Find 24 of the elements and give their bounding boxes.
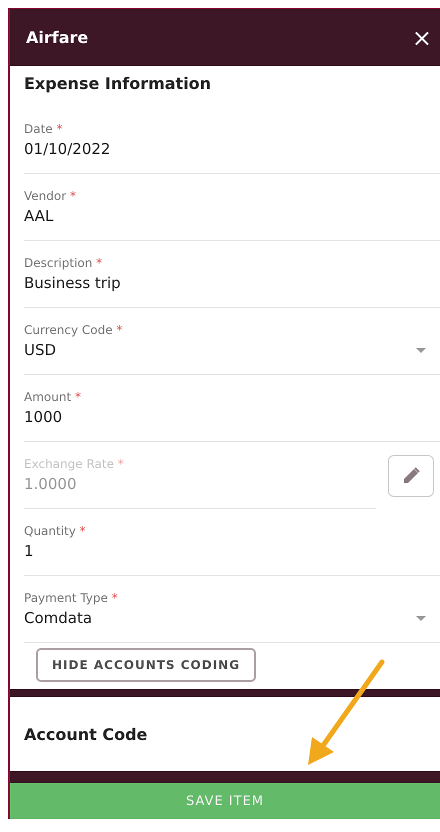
field-label: Currency Code * — [24, 323, 124, 337]
field-label: Payment Type * — [24, 591, 119, 605]
field-label: Date * — [24, 122, 64, 136]
hide-accounts-coding-button[interactable]: HIDE ACCOUNTS CODING — [36, 648, 256, 682]
field-label: Vendor * — [24, 189, 77, 203]
input-field[interactable]: 1000 — [24, 408, 62, 426]
select-field[interactable]: Comdata — [24, 609, 92, 627]
dialog-title: Airfare — [26, 28, 88, 47]
caret-icon — [416, 616, 426, 620]
field-label: Description * — [24, 256, 104, 270]
input-field[interactable]: AAL — [24, 207, 54, 225]
section-title: Expense Information — [24, 73, 212, 95]
select-field[interactable]: USD — [24, 341, 56, 359]
edit-button[interactable] — [388, 454, 434, 496]
input-field[interactable]: 1 — [24, 542, 34, 560]
input-field[interactable]: 01/10/2022 — [24, 140, 110, 158]
field-label: Exchange Rate * — [24, 457, 125, 471]
field-label: Amount * — [24, 390, 82, 404]
caret-icon — [416, 348, 426, 352]
pencil-icon — [401, 466, 421, 486]
input-field[interactable]: Business trip — [24, 274, 121, 292]
field-label: Quantity * — [24, 524, 87, 538]
section-title: Account Code — [24, 724, 148, 744]
close-button[interactable]: × — [404, 24, 440, 52]
